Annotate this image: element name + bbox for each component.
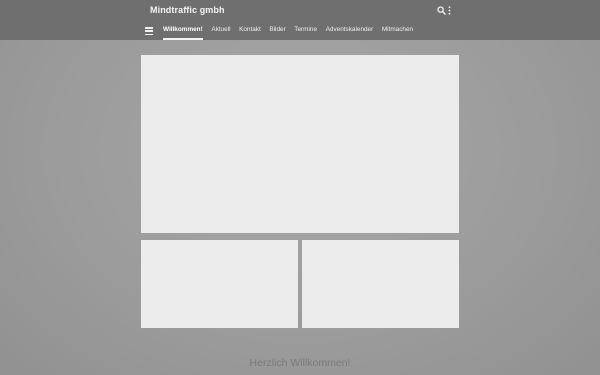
- hamburger-menu-icon[interactable]: [145, 27, 153, 35]
- nav-item-aktuell[interactable]: Aktuell: [211, 22, 230, 40]
- left-image-panel[interactable]: [141, 240, 298, 328]
- nav-item-willkommen[interactable]: Willkommen!: [163, 22, 203, 40]
- nav-item-kontakt[interactable]: Kontakt: [239, 22, 261, 40]
- nav-item-mitmachen[interactable]: Mitmachen: [382, 22, 413, 40]
- welcome-heading: Herzlich Willkommen!: [249, 357, 351, 369]
- header-actions: [437, 4, 451, 16]
- more-vertical-icon[interactable]: [448, 5, 451, 15]
- nav-item-bilder[interactable]: Bilder: [269, 22, 285, 40]
- site-header: Mindtraffic gmbh Willkommen! Aktuell Kon…: [0, 0, 600, 40]
- search-icon[interactable]: [437, 5, 446, 15]
- site-title[interactable]: Mindtraffic gmbh: [150, 5, 225, 15]
- right-image-panel[interactable]: [302, 240, 459, 328]
- nav-item-adventskalender[interactable]: Adventskalender: [326, 22, 374, 40]
- main-navigation: Willkommen! Aktuell Kontakt Bilder Termi…: [145, 22, 422, 40]
- main-image-panel[interactable]: [141, 55, 459, 233]
- nav-item-termine[interactable]: Termine: [294, 22, 317, 40]
